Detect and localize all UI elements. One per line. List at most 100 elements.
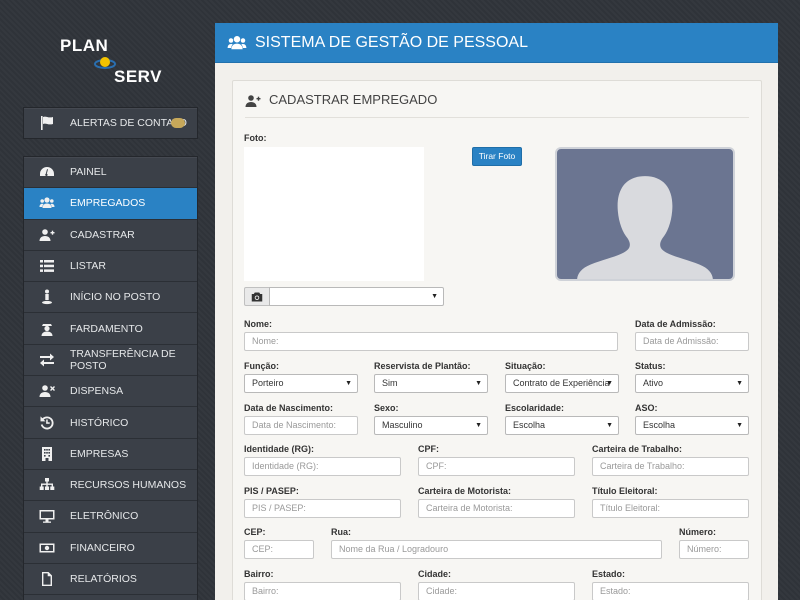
estado-label: Estado: [592,569,626,579]
reservista-select[interactable]: Sim ▼ [374,374,488,393]
nome-label: Nome: [244,319,273,329]
history-icon [24,415,70,431]
sidebar-item-label: Transferência de Posto [70,347,176,372]
sidebar-item-listar[interactable]: Listar [24,251,197,283]
avatar-placeholder [555,147,735,281]
alerts-contact-item[interactable]: Alertas de Contato [24,108,197,138]
caret-down-icon: ▼ [475,380,482,387]
building-icon [24,446,70,462]
situacao-value: Contrato de Experiência [513,378,610,388]
numero-input[interactable]: Número: [679,540,749,559]
uniform-icon [24,321,70,337]
caret-down-icon: ▼ [736,380,743,387]
webcam-preview [244,147,424,281]
sidebar-item-recursos-humanos[interactable]: Recursos Humanos [24,470,197,502]
bairro-label: Bairro: [244,569,274,579]
sidebar-item-eletronico[interactable]: Eletrônico [24,501,197,533]
sexo-label: Sexo: [374,403,399,413]
cpf-label: CPF: [418,444,439,454]
dashboard-icon [24,164,70,180]
cnh-label: Carteira de Motorista: [418,486,512,496]
cidade-input[interactable]: Cidade: [418,582,575,600]
caret-down-icon: ▼ [431,293,438,300]
sitemap-icon [24,477,70,493]
admissao-label: Data de Admissão: [635,319,716,329]
rg-label: Identidade (RG): [244,444,314,454]
rua-input[interactable]: Nome da Rua / Logradouro [331,540,662,559]
escolaridade-select[interactable]: Escolha ▼ [505,416,619,435]
sidebar-item-empresas[interactable]: Empresas [24,439,197,470]
camera-button[interactable] [244,287,270,306]
estado-input[interactable]: Estado: [592,582,749,600]
aso-select[interactable]: Escolha ▼ [635,416,749,435]
sidebar-item-cadastrar[interactable]: Cadastrar [24,220,197,251]
cep-input[interactable]: CEP: [244,540,314,559]
sexo-select[interactable]: Masculino ▼ [374,416,488,435]
situacao-select[interactable]: Contrato de Experiência ▼ [505,374,619,393]
nome-input[interactable]: Nome: [244,332,618,351]
sidebar-item-transferencia[interactable]: Transferência de Posto [24,345,197,377]
rua-label: Rua: [331,527,351,537]
card-title-text: CADASTRAR EMPREGADO [269,92,438,107]
status-select[interactable]: Ativo ▼ [635,374,749,393]
sidebar-item-inicio-no-posto[interactable]: Início no Posto [24,282,197,314]
titulo-label: Título Eleitoral: [592,486,658,496]
pis-input[interactable]: PIS / PASEP: [244,499,401,518]
sidebar-item-label: Listar [70,260,106,273]
escolaridade-value: Escolha [513,420,546,430]
ctps-input[interactable]: Carteira de Trabalho: [592,457,749,476]
cidade-label: Cidade: [418,569,452,579]
card-title: CADASTRAR EMPREGADO [245,92,749,118]
logo: PLAN SERV [58,36,168,88]
sidebar-item-label: Financeiro [70,541,135,554]
funcao-select[interactable]: Porteiro ▼ [244,374,358,393]
user-plus-icon [245,95,261,107]
aso-label: ASO: [635,403,658,413]
camera-select[interactable]: ▼ [269,287,444,306]
sidebar-item-dispensa[interactable]: Dispensa [24,376,197,408]
sidebar-item-label: Relatórios [70,573,137,585]
cnh-input[interactable]: Carteira de Motorista: [418,499,575,518]
admissao-input[interactable]: Data de Admissão: [635,332,749,351]
sidebar-item-painel[interactable]: Painel [24,157,197,189]
caret-down-icon: ▼ [606,380,613,387]
person-silhouette-icon [577,176,713,279]
photo-label: Foto: [244,133,267,143]
sidebar-item-relatorios[interactable]: Relatórios [24,564,197,596]
cep-label: CEP: [244,527,266,537]
titulo-input[interactable]: Título Eleitoral: [592,499,749,518]
user-plus-icon [24,227,70,243]
sidebar-item-label: Dispensa [70,385,124,398]
users-icon [227,35,247,49]
alerts-count-badge [171,118,185,128]
rg-input[interactable]: Identidade (RG): [244,457,401,476]
sexo-value: Masculino [382,420,423,430]
reservista-value: Sim [382,378,398,388]
monitor-icon [24,508,70,524]
caret-down-icon: ▼ [736,422,743,429]
sidebar-item-label: Histórico [70,416,129,429]
logo-text-serv: SERV [114,67,162,86]
sidebar-item-label: Eletrônico [70,510,139,523]
sidebar-item-label: Empregados [70,197,146,210]
bairro-input[interactable]: Bairro: [244,582,401,600]
flag-icon [24,115,70,131]
aso-value: Escolha [643,420,676,430]
caret-down-icon: ▼ [606,422,613,429]
situacao-label: Situação: [505,361,546,371]
page-title: SISTEMA DE GESTÃO DE PESSOAL [255,33,528,51]
pis-label: PIS / PASEP: [244,486,299,496]
sidebar-item-label: Início no Posto [70,291,161,304]
logo-orb-icon [94,57,116,69]
cpf-input[interactable]: CPF: [418,457,575,476]
sidebar-item-fardamento[interactable]: Fardamento [24,313,197,345]
escolaridade-label: Escolaridade: [505,403,565,413]
sidebar-item-empregados[interactable]: Empregados [24,188,197,220]
nascimento-label: Data de Nascimento: [244,403,334,413]
take-photo-button[interactable]: Tirar Foto [472,147,522,166]
nascimento-input[interactable]: Data de Nascimento: [244,416,358,435]
sidebar-item-financeiro[interactable]: Financeiro [24,533,197,564]
sidebar-item-historico[interactable]: Histórico [24,407,197,439]
file-icon [24,571,70,587]
funcao-label: Função: [244,361,279,371]
